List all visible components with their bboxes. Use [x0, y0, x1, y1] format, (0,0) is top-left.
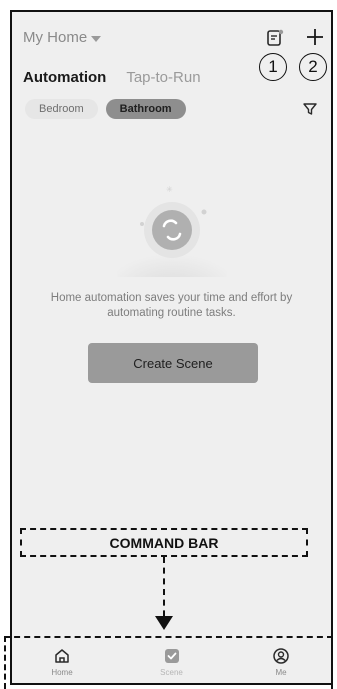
tab-automation[interactable]: Automation [23, 69, 106, 86]
notes-icon[interactable] [266, 29, 284, 47]
create-scene-button[interactable]: Create Scene [88, 343, 258, 383]
plus-icon[interactable] [304, 26, 326, 48]
room-filter-chips: Bedroom Bathroom [25, 99, 186, 119]
nav-label-scene: Scene [160, 667, 183, 677]
command-bar-annotation: COMMAND BAR [20, 528, 308, 557]
filter-icon[interactable] [303, 102, 317, 116]
chevron-down-icon [91, 35, 102, 42]
nav-label-home: Home [51, 667, 73, 677]
chip-bathroom[interactable]: Bathroom [105, 99, 186, 119]
nav-item-me[interactable]: Me [251, 647, 311, 677]
profile-icon [273, 647, 289, 664]
sync-icon: ✳ [117, 185, 227, 277]
home-selector[interactable]: My Home [23, 29, 102, 46]
phone-screen: My Home 1 2 Automation Tap-to-Run Bedroo… [10, 10, 333, 685]
annotation-marker-1: 1 [259, 53, 287, 81]
tab-tap-to-run[interactable]: Tap-to-Run [126, 69, 200, 86]
nav-item-scene[interactable]: Scene [142, 647, 202, 677]
header: My Home 1 2 Automation Tap-to-Run Bedroo… [12, 12, 331, 142]
bottom-nav: Home Scene Me [12, 640, 331, 683]
empty-state-message: Home automation saves your time and effo… [50, 292, 293, 319]
svg-text:✳: ✳ [166, 185, 173, 194]
nav-label-me: Me [275, 667, 287, 677]
arrow-down-icon [155, 616, 173, 630]
scene-check-icon [164, 648, 179, 663]
home-title: My Home [23, 29, 88, 46]
annotation-marker-2: 2 [299, 53, 327, 81]
chip-bedroom[interactable]: Bedroom [25, 99, 98, 119]
home-icon [55, 648, 69, 663]
tab-bar: Automation Tap-to-Run [23, 69, 201, 86]
nav-item-home[interactable]: Home [32, 647, 92, 677]
